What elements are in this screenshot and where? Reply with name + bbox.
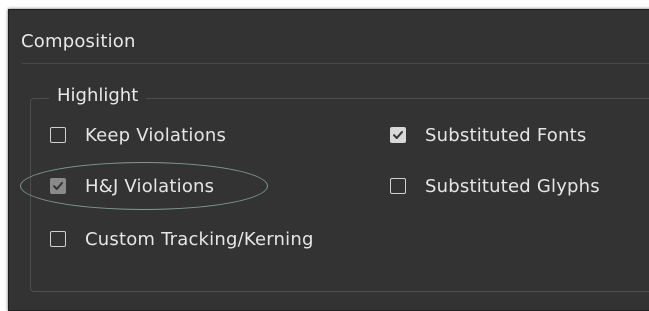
section-divider [22,63,649,64]
substituted-glyphs-label: Substituted Glyphs [425,175,600,197]
hj-violations-checkbox[interactable] [50,178,66,194]
custom-tracking-kerning-option[interactable]: Custom Tracking/Kerning [50,226,314,252]
keep-violations-label: Keep Violations [85,124,227,146]
substituted-fonts-option[interactable]: Substituted Fonts [390,122,586,148]
substituted-glyphs-checkbox[interactable] [390,178,406,194]
checkmark-icon [393,131,403,139]
section-title: Composition [21,31,136,52]
custom-tracking-kerning-label: Custom Tracking/Kerning [85,228,314,250]
hj-violations-option[interactable]: H&J Violations [50,173,214,199]
keep-violations-checkbox[interactable] [50,127,66,143]
keep-violations-option[interactable]: Keep Violations [50,122,226,148]
checkmark-icon [53,182,63,190]
substituted-glyphs-option[interactable]: Substituted Glyphs [390,173,600,199]
highlight-group-label: Highlight [49,85,147,106]
substituted-fonts-checkbox[interactable] [390,127,406,143]
hj-violations-label: H&J Violations [85,175,215,197]
custom-tracking-kerning-checkbox[interactable] [50,231,66,247]
substituted-fonts-label: Substituted Fonts [425,124,587,146]
